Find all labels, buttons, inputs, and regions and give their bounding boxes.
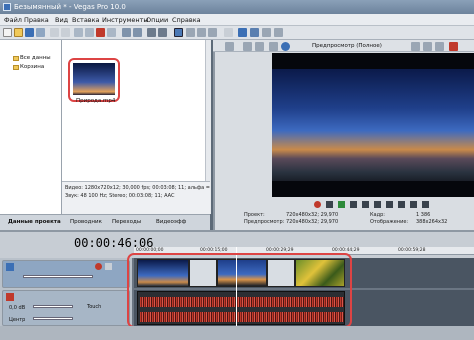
- undo-icon[interactable]: [122, 28, 131, 37]
- redo-icon[interactable]: [133, 28, 142, 37]
- app-icon: [3, 3, 11, 11]
- menu-help[interactable]: Справка: [172, 16, 201, 24]
- project-properties-icon[interactable]: [225, 42, 234, 51]
- media-audio-info: Звук: 48 100 Hz; Stereo; 00:03:08; 11; A…: [65, 193, 175, 199]
- split-icon[interactable]: [269, 42, 278, 51]
- media-video-info: Видео: 1280x720x12; 30,000 fps; 00:03:08…: [65, 185, 210, 191]
- video-track-icon: [6, 263, 14, 271]
- prev-frame-icon[interactable]: [410, 201, 417, 208]
- play-from-start-icon[interactable]: [350, 201, 357, 208]
- normal-edit-tool-icon[interactable]: [174, 28, 183, 37]
- ruler-tick: 00:00:59;28: [398, 248, 426, 253]
- go-to-start-icon[interactable]: [386, 201, 393, 208]
- explorer-tree: Все данны Корзина: [0, 40, 62, 220]
- record-icon[interactable]: [314, 201, 321, 208]
- mute-icon[interactable]: [95, 263, 102, 270]
- paste-icon[interactable]: [107, 28, 116, 37]
- project-label: Проект:: [244, 212, 265, 218]
- media-thumbnail[interactable]: Природа.mp4: [68, 58, 120, 104]
- media-file-name: Природа.mp4: [76, 98, 116, 104]
- solo-icon[interactable]: [105, 263, 112, 270]
- selection-tool-icon[interactable]: [197, 28, 206, 37]
- thumbnail-image: [73, 63, 115, 95]
- preview-settings-icon[interactable]: [224, 28, 233, 37]
- copy-snapshot-icon[interactable]: [262, 28, 271, 37]
- main-toolbar: [0, 26, 474, 40]
- preview-value: 720x480x32; 29,970: [286, 219, 339, 225]
- capture-icon[interactable]: [61, 28, 70, 37]
- audio-volume-value: 0,0 dB: [9, 305, 26, 311]
- preview-label: Предпросмотр:: [244, 219, 285, 225]
- title-bar: Безымянный * - Vegas Pro 10.0: [0, 0, 474, 14]
- highlight-outline: [127, 253, 352, 328]
- frame-label: Кадр:: [370, 212, 385, 218]
- snap-icon[interactable]: [147, 28, 156, 37]
- loop-icon[interactable]: [326, 201, 333, 208]
- menu-edit[interactable]: Правка: [24, 16, 49, 24]
- snapshot-icon[interactable]: [423, 42, 432, 51]
- external-monitor-icon[interactable]: [255, 42, 264, 51]
- go-to-end-icon[interactable]: [398, 201, 405, 208]
- media-info: Видео: 1280x720x12; 30,000 fps; 00:03:08…: [62, 181, 210, 214]
- render-icon[interactable]: [50, 28, 59, 37]
- audio-track-icon: [6, 293, 14, 301]
- tab-video-fx[interactable]: Видеоэфф: [156, 219, 186, 225]
- tree-item-all-media[interactable]: Все данны: [20, 55, 51, 61]
- folder-icon: [13, 65, 19, 70]
- pan-value: Центр: [9, 317, 26, 323]
- menu-bar: Файл Правка Вид Вставка Инструменты Опци…: [0, 14, 474, 26]
- audio-track-header[interactable]: 0,0 dB Touch Центр: [2, 290, 130, 326]
- project-value: 720x480x32; 29,970: [286, 212, 339, 218]
- stop-icon[interactable]: [374, 201, 381, 208]
- envelope-tool-icon[interactable]: [186, 28, 195, 37]
- menu-tools[interactable]: Инструменты: [102, 16, 149, 24]
- menu-options[interactable]: Опции: [146, 16, 168, 24]
- save-snapshot-icon[interactable]: [274, 28, 283, 37]
- left-panel-tabs: Данные проекта Проводник Переходы Видеоэ…: [0, 214, 210, 230]
- close-preview-icon[interactable]: [449, 42, 458, 51]
- pause-icon[interactable]: [362, 201, 369, 208]
- frame-value: 1 386: [416, 212, 431, 218]
- pan-slider[interactable]: [33, 317, 73, 320]
- preview-fx-icon[interactable]: [243, 42, 252, 51]
- display-label: Отображение:: [370, 219, 409, 225]
- cut-icon[interactable]: [74, 28, 83, 37]
- folder-icon: [13, 56, 19, 61]
- tab-project-media[interactable]: Данные проекта: [8, 219, 61, 225]
- save-snapshot-file-icon[interactable]: [435, 42, 444, 51]
- copy-icon[interactable]: [85, 28, 94, 37]
- level-slider[interactable]: [23, 275, 93, 278]
- preview-quality-select[interactable]: Предпросмотр (Полное): [312, 43, 382, 49]
- menu-insert[interactable]: Вставка: [72, 16, 100, 24]
- tab-explorer[interactable]: Проводник: [70, 219, 102, 225]
- overlays-icon[interactable]: [411, 42, 420, 51]
- volume-slider[interactable]: [33, 305, 73, 308]
- zoom-tool-icon[interactable]: [208, 28, 217, 37]
- properties-icon[interactable]: [36, 28, 45, 37]
- next-frame-icon[interactable]: [422, 201, 429, 208]
- preview-frame: [272, 69, 474, 181]
- video-fx-icon[interactable]: [238, 28, 247, 37]
- new-icon[interactable]: [3, 28, 12, 37]
- display-value: 388x264x32: [416, 219, 448, 225]
- open-icon[interactable]: [14, 28, 23, 37]
- delete-icon[interactable]: [96, 28, 105, 37]
- automation-mode[interactable]: Touch: [87, 304, 101, 310]
- preview-quality-icon[interactable]: [281, 42, 290, 51]
- tab-transitions[interactable]: Переходы: [112, 219, 141, 225]
- menu-view[interactable]: Вид: [55, 16, 68, 24]
- preview-screen: [272, 53, 474, 197]
- play-icon[interactable]: [338, 201, 345, 208]
- tree-item-bins[interactable]: Корзина: [20, 64, 44, 70]
- transport-controls: [300, 201, 440, 211]
- auto-ripple-icon[interactable]: [158, 28, 167, 37]
- save-icon[interactable]: [25, 28, 34, 37]
- timeline-footer: [0, 326, 474, 340]
- split-screen-icon[interactable]: [250, 28, 259, 37]
- video-track-header[interactable]: [2, 260, 130, 288]
- window-title: Безымянный * - Vegas Pro 10.0: [14, 3, 126, 11]
- menu-file[interactable]: Файл: [4, 16, 22, 24]
